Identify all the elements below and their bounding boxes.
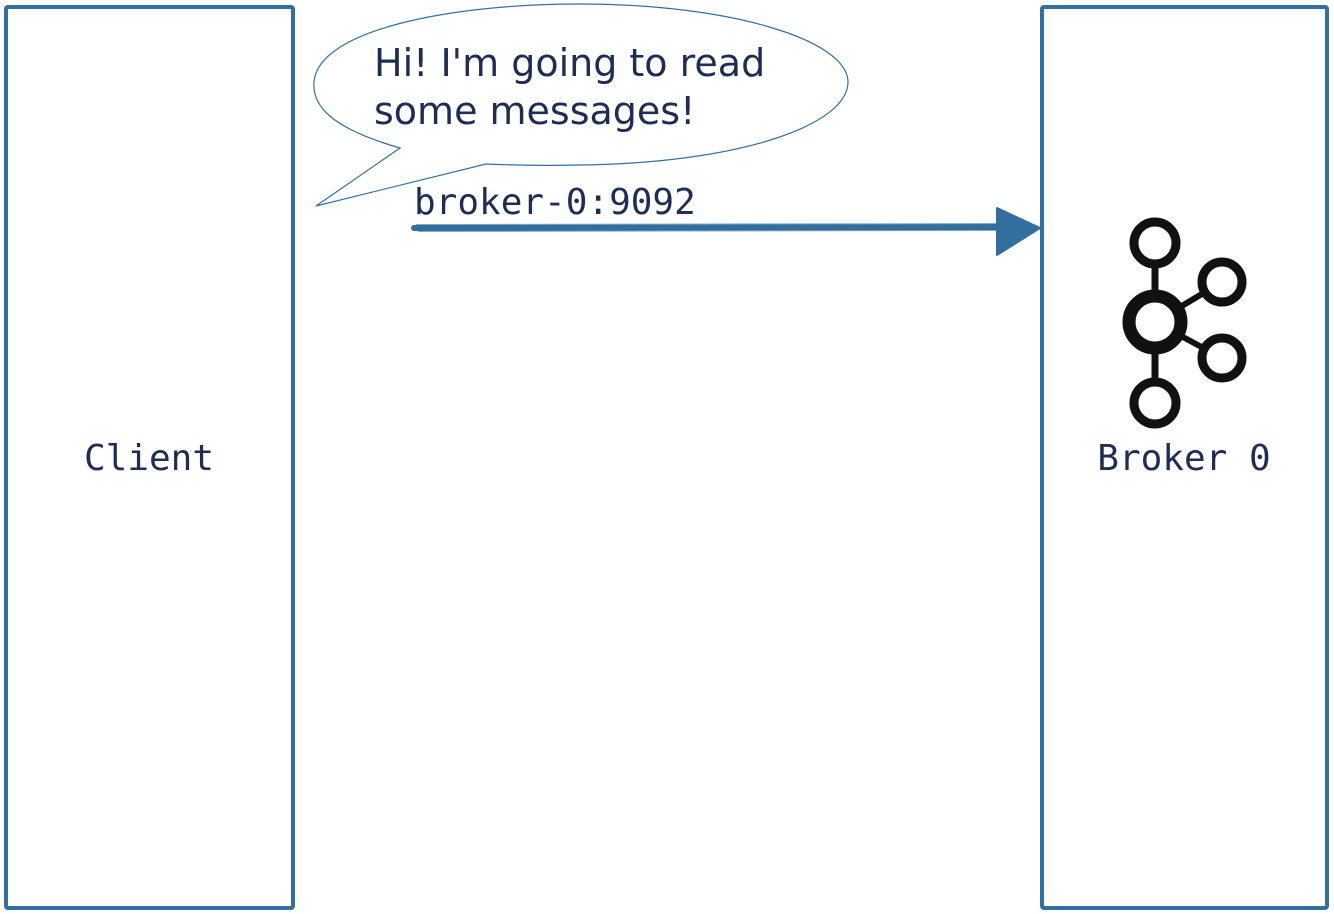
connection-arrow: broker-0:9092 [411,182,1041,256]
arrow-shaft [411,224,1005,231]
broker-label: Broker 0 [1097,438,1270,479]
diagram-canvas: Client Broker 0 Hi! I'm going to read so… [4,3,1329,910]
arrowhead [996,207,1041,256]
kafka-logo-icon [1122,217,1247,429]
speech-bubble: Hi! I'm going to read some messages! [313,3,849,207]
speech-line-2: some messages! [374,89,695,133]
client-node[interactable]: Client [4,5,295,910]
client-label: Client [84,438,214,479]
connection-label: broker-0:9092 [414,182,696,223]
speech-line-1: Hi! I'm going to read [374,41,765,85]
broker-node[interactable]: Broker 0 [1040,5,1329,910]
